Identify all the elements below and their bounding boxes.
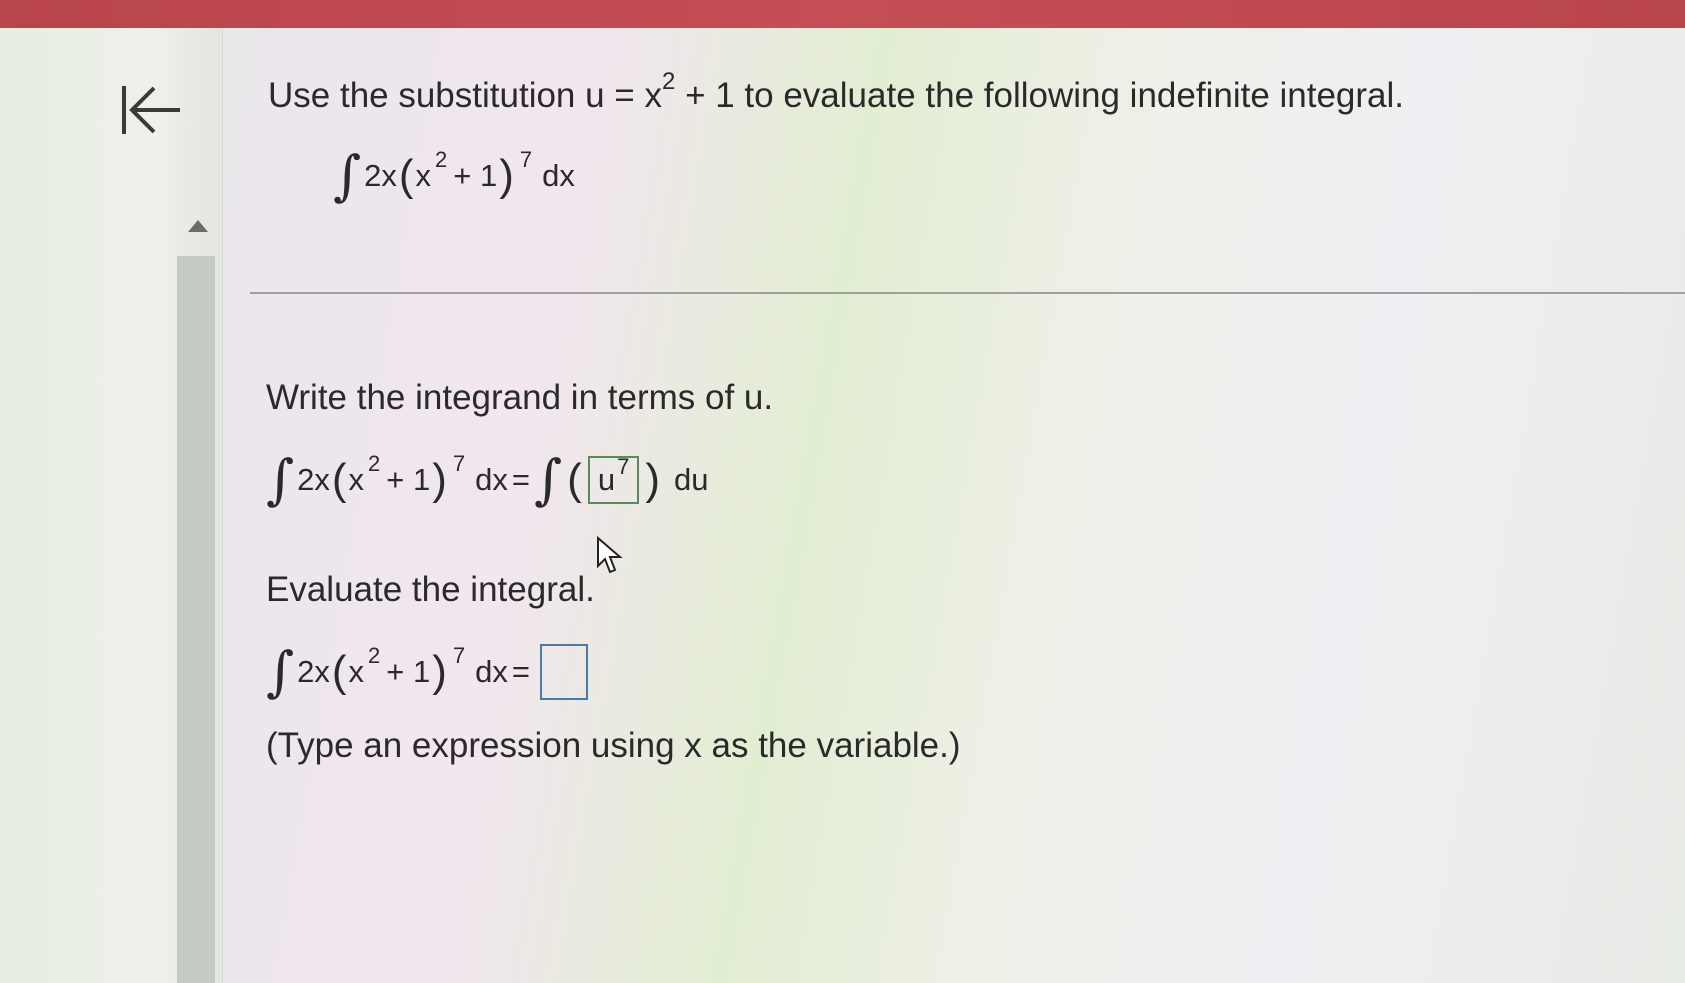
open-paren: ( [331,646,347,696]
integral-sign: ∫ [266,640,295,703]
dx: dx [475,461,508,497]
outer-exponent: 7 [519,146,533,172]
du: du [673,461,709,497]
triangle-up-icon [188,220,208,232]
question-prompt: Use the substitution u = x2 + 1 to evalu… [268,68,1404,116]
question-intro-post: + 1 to evaluate the following indefinite… [675,76,1405,115]
scroll-up-button[interactable] [186,218,210,234]
base-exponent: 2 [368,642,381,668]
base-var: x [348,653,365,689]
answer-hint: (Type an expression using x as the varia… [266,726,961,765]
integral-sign: ∫ [266,448,295,511]
integral-sign-u: ∫ [534,448,563,511]
step1-equation: ∫ 2x ( x 2 + 1 ) 7 dx = ∫ ( u7 ) du [266,448,708,511]
equals-sign: = [511,461,531,497]
base-var: x [348,461,365,497]
coefficient: 2x [297,653,330,689]
base-var: x [415,157,432,193]
close-paren: ) [432,646,447,696]
top-bar [0,0,1685,28]
given-integral: ∫ 2x ( x 2 + 1 ) 7 dx [333,144,575,207]
integral-sign: ∫ [333,144,362,207]
mouse-pointer-icon [596,535,624,576]
integral-answer-field[interactable] [540,643,589,700]
step2-equation: ∫ 2x ( x 2 + 1 ) 7 dx = [266,640,589,703]
step1-prompt: Write the integrand in terms of u. [266,378,774,417]
open-paren: ( [398,150,414,200]
integrand-answer-field[interactable]: u7 [587,453,640,504]
answer-base: u [597,461,616,497]
close-paren: ) [432,454,447,504]
equals-sign: = [511,653,531,689]
plus-one: + 1 [386,461,431,497]
coefficient: 2x [297,461,330,497]
close-paren-u: ) [645,454,660,504]
answer-exponent: 7 [617,453,630,479]
coefficient: 2x [364,157,397,193]
scrollbar-track[interactable] [177,256,215,983]
close-paren: ) [499,150,514,200]
back-to-start-button[interactable] [118,80,188,140]
dx: dx [475,653,508,689]
open-paren-u: ( [567,454,582,504]
plus-one: + 1 [453,157,498,193]
base-exponent: 2 [368,450,381,476]
dx: dx [542,157,575,193]
open-paren: ( [331,454,347,504]
base-exponent: 2 [435,146,448,172]
outer-exponent: 7 [452,450,466,476]
section-divider [250,292,1685,294]
plus-one: + 1 [386,653,431,689]
first-page-arrow-icon [122,86,180,134]
question-intro-pre: Use the substitution u = x [268,76,662,115]
step2-prompt: Evaluate the integral. [266,570,595,609]
outer-exponent: 7 [452,642,466,668]
question-intro-exp: 2 [661,68,676,95]
